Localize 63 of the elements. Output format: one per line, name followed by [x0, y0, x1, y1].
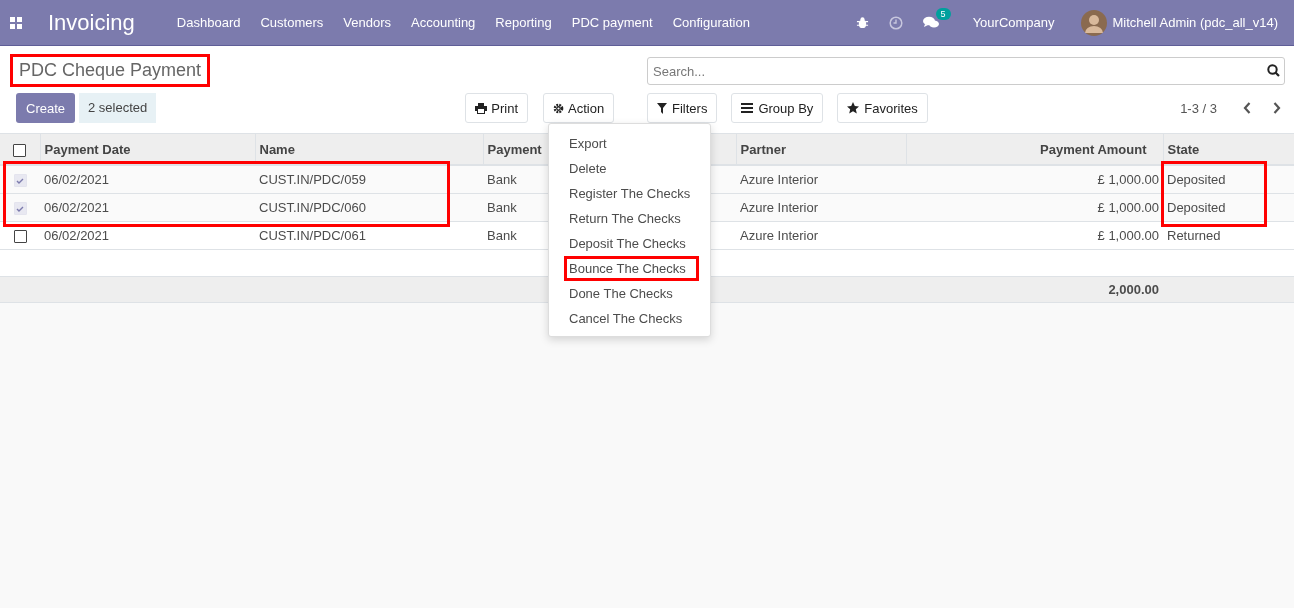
table-cell: 06/02/2021: [40, 165, 255, 194]
table-cell: 06/02/2021: [40, 193, 255, 222]
table-cell: CUST.IN/PDC/059: [255, 165, 483, 194]
printer-icon: [475, 102, 488, 114]
check-icon: [16, 204, 24, 213]
table-cell: CUST.IN/PDC/060: [255, 193, 483, 222]
chat-bubbles-icon[interactable]: [922, 16, 939, 29]
table-cell: Deposited: [1163, 165, 1294, 194]
nav-menu-item[interactable]: Configuration: [672, 15, 750, 30]
nav-menu-item[interactable]: Accounting: [411, 15, 476, 30]
table-cell: Azure Interior: [736, 221, 906, 250]
row-checkbox[interactable]: [13, 230, 27, 244]
table-cell: Azure Interior: [736, 193, 906, 222]
column-header[interactable]: Name: [255, 134, 483, 165]
column-header[interactable]: Partner: [736, 134, 906, 165]
selected-count: 2 selected: [79, 93, 157, 123]
table-cell: £ 1,000.00: [906, 221, 1163, 250]
table-cell: Azure Interior: [736, 165, 906, 194]
check-icon: [16, 176, 24, 185]
dropdown-menu-item[interactable]: Cancel The Checks: [549, 306, 710, 331]
company-switcher[interactable]: YourCompany: [972, 15, 1055, 30]
chevron-right-icon[interactable]: [1273, 102, 1281, 114]
action-button[interactable]: Action: [543, 93, 615, 123]
table-cell: Deposited: [1163, 193, 1294, 222]
bug-icon[interactable]: [855, 16, 869, 29]
create-button[interactable]: Create: [16, 93, 76, 123]
dropdown-menu-item[interactable]: Done The Checks: [549, 281, 710, 306]
message-count-badge: 5: [935, 8, 951, 20]
dropdown-menu-item[interactable]: Export: [549, 131, 710, 156]
column-header[interactable]: State: [1163, 134, 1294, 165]
apps-grid-icon[interactable]: [10, 16, 22, 29]
user-menu[interactable]: Mitchell Admin (pdc_all_v14): [1112, 15, 1278, 30]
table-cell: CUST.IN/PDC/061: [255, 221, 483, 250]
list-icon: [741, 103, 754, 113]
table-cell: £ 1,000.00: [906, 165, 1163, 194]
user-avatar-icon[interactable]: [1080, 9, 1107, 36]
nav-menu-item[interactable]: Customers: [260, 15, 324, 30]
app-name[interactable]: Invoicing: [48, 9, 135, 36]
column-header[interactable]: Payment Date: [40, 134, 255, 165]
table-cell: 06/02/2021: [40, 221, 255, 250]
page-title: PDC Cheque Payment: [10, 54, 211, 87]
filter-icon: [657, 102, 667, 114]
nav-menu-item[interactable]: Dashboard: [176, 15, 241, 30]
nav-menu-item[interactable]: Vendors: [343, 15, 391, 30]
column-header[interactable]: Payment Amount: [906, 134, 1163, 165]
table-cell: £ 1,000.00: [906, 193, 1163, 222]
search-option-button[interactable]: Group By: [731, 93, 824, 123]
gear-icon: [553, 102, 565, 114]
nav-menu-item[interactable]: PDC payment: [571, 15, 653, 30]
pager-range: 1-3 / 3: [1180, 100, 1217, 116]
search-option-button[interactable]: Favorites: [837, 93, 928, 123]
search-field[interactable]: Search...: [647, 57, 1285, 85]
amount-total: 2,000.00: [906, 276, 1163, 303]
dropdown-menu-item[interactable]: Bounce The Checks: [564, 256, 699, 281]
chevron-left-icon[interactable]: [1243, 102, 1251, 114]
star-icon: [847, 102, 860, 114]
clock-icon[interactable]: [888, 15, 903, 30]
search-icon[interactable]: [1267, 64, 1280, 77]
print-button[interactable]: Print: [465, 93, 529, 123]
table-cell: Returned: [1163, 221, 1294, 250]
search-option-button[interactable]: Filters: [647, 93, 718, 123]
nav-menu-item[interactable]: Reporting: [495, 15, 552, 30]
select-all-checkbox[interactable]: [13, 143, 27, 157]
